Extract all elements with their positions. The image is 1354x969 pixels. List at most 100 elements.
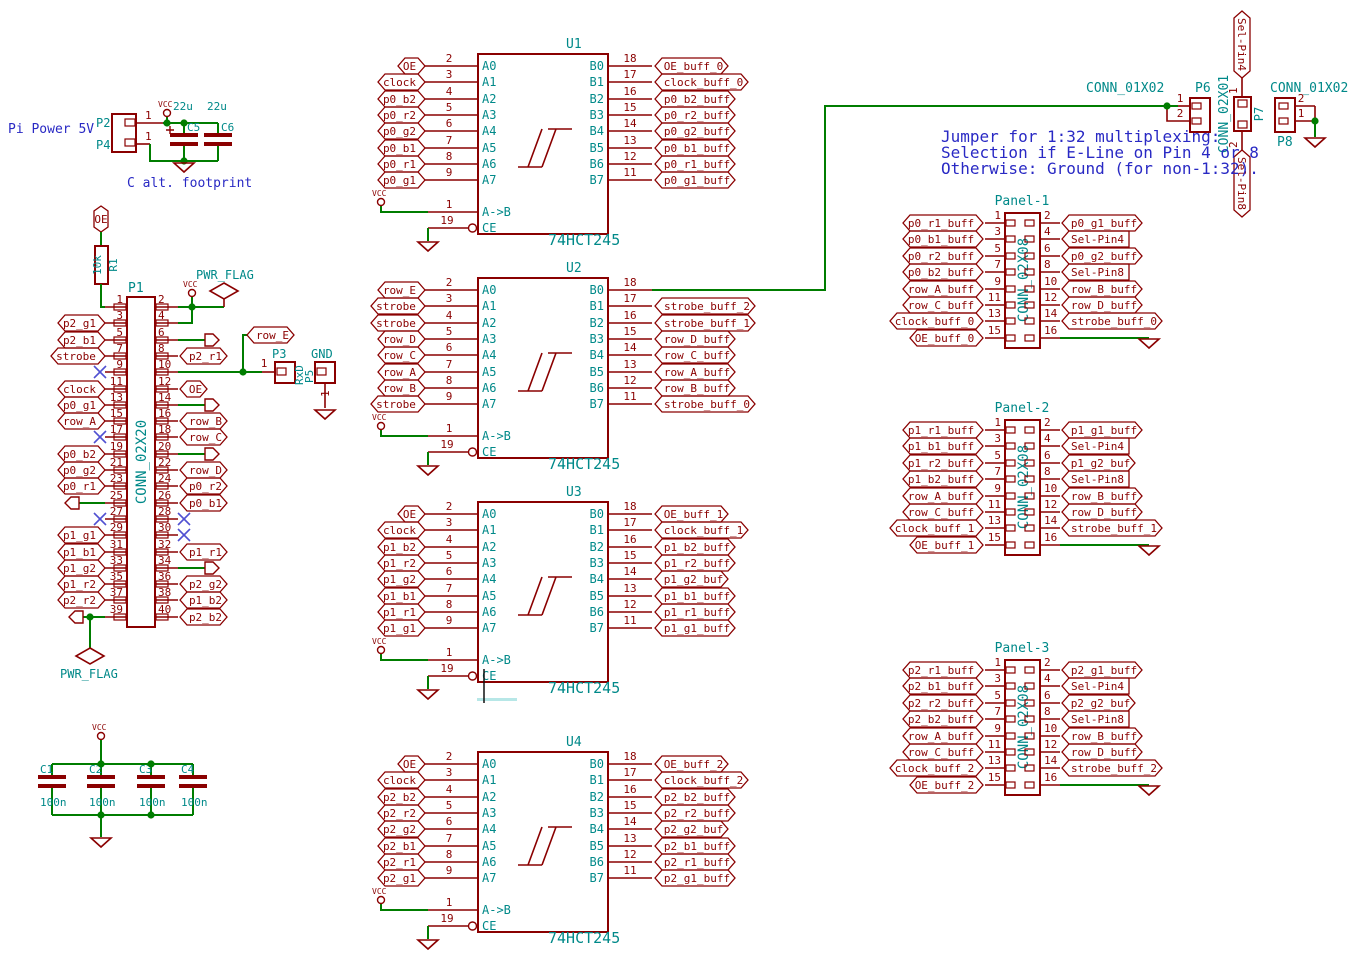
net-label-p1_g1_buff-text[interactable]: p1_g1_buff [664,622,730,635]
cap-ref[interactable]: C4 [181,763,195,776]
vcc-symbol[interactable] [98,733,105,740]
hier-arrow-icon[interactable] [205,334,219,346]
net-label-clock-text[interactable]: clock [383,774,416,787]
panel-part[interactable]: CONN_02X08 [1016,445,1032,529]
net-label-OE_buff_1-text[interactable]: OE_buff_1 [664,508,724,521]
net-label-p2_r1-text[interactable]: p2_r1 [189,350,222,363]
note-c-alt-footprint[interactable]: C alt. footprint [127,176,252,191]
net-label-p2_r2_buff-text[interactable]: p2_r2_buff [908,697,974,710]
vcc-symbol[interactable] [378,199,385,206]
net-label-row_B_buff-text[interactable]: row_B_buff [1071,283,1137,296]
ic-part[interactable]: 74HCT245 [548,929,620,947]
gnd-symbol[interactable] [315,410,335,419]
cap-value-c6[interactable]: 22u [207,100,227,113]
net-label-p1_r2-text[interactable]: p1_r2 [383,557,416,570]
net-label-Sel-Pin8-text[interactable]: Sel-Pin8 [1071,713,1124,726]
net-label-row_C_buff-text[interactable]: row_C_buff [908,299,974,312]
pwr-flag-label[interactable]: PWR_FLAG [196,268,254,282]
cap-ref[interactable]: C1 [40,763,53,776]
net-label-p2_r2-text[interactable]: p2_r2 [63,594,96,607]
cap-value[interactable]: 100n [139,796,166,809]
net-label-p2_b1-text[interactable]: p2_b1 [383,840,416,853]
net-label-p0_b1-text[interactable]: p0_b1 [189,497,222,510]
net-label-row_B_buff-text[interactable]: row_B_buff [1071,730,1137,743]
net-label-p1_r1_buff-text[interactable]: p1_r1_buff [664,606,730,619]
net-label-p1_g2-text[interactable]: p1_g2 [63,562,96,575]
net-label-p0_g2_buff-text[interactable]: p0_g2_buff [664,125,730,138]
net-label-p1_b1_buff-text[interactable]: p1_b1_buff [908,440,974,453]
net-label-p1_b2_buff-text[interactable]: p1_b2_buff [908,473,974,486]
net-label-Sel-Pin4-text[interactable]: Sel-Pin4 [1071,233,1124,246]
net-label-p0_g2-text[interactable]: p0_g2 [383,125,416,138]
net-label-row_C_buff-text[interactable]: row_C_buff [908,506,974,519]
p7-body[interactable] [1234,97,1251,131]
vcc-symbol[interactable] [378,647,385,654]
net-label-p1_b2-text[interactable]: p1_b2 [189,594,222,607]
vcc-symbol[interactable] [189,290,196,297]
connector-ref-p2[interactable]: P2 [96,116,110,130]
net-label-clock-text[interactable]: clock [383,76,416,89]
net-label-row_D_buff-text[interactable]: row_D_buff [1071,299,1137,312]
net-label-p1_b2_buff-text[interactable]: p1_b2_buff [664,541,730,554]
net-label-p2_b2-text[interactable]: p2_b2 [383,791,416,804]
net-label-row_C_buff-text[interactable]: row_C_buff [908,746,974,759]
note-pi-power[interactable]: Pi Power 5V [8,122,94,137]
net-label-row_C-text[interactable]: row_C [383,349,416,362]
connector-ref-p6[interactable]: P6 [1195,81,1211,96]
net-label-row_B_buff-text[interactable]: row_B_buff [1071,490,1137,503]
gnd-symbol[interactable] [1305,138,1325,147]
net-label-p0_g2_buff-text[interactable]: p0_g2_buff [1071,250,1137,263]
net-label-strobe_buff_0-text[interactable]: strobe_buff_0 [664,398,750,411]
net-label-p1_r1-text[interactable]: p1_r1 [383,606,416,619]
connector-ref-p4[interactable]: P4 [96,138,110,152]
net-label-p0_b2_buff-text[interactable]: p0_b2_buff [908,266,974,279]
net-label-row_E-text[interactable]: row_E [256,329,289,342]
net-label-p2_r1_buff-text[interactable]: p2_r1_buff [664,856,730,869]
net-label-p0_r2-text[interactable]: p0_r2 [383,109,416,122]
net-label-p1_b2-text[interactable]: p1_b2 [383,541,416,554]
net-label-p2_b2_buff-text[interactable]: p2_b2_buff [664,791,730,804]
p3-body[interactable] [275,362,295,383]
net-label-OE-text[interactable]: OE [94,213,107,226]
net-label-p2_b2_buff-text[interactable]: p2_b2_buff [908,713,974,726]
net-label-clock_buff_0-text[interactable]: clock_buff_0 [664,76,743,89]
net-label-row_D-text[interactable]: row_D [383,333,416,346]
cap-ref-c6[interactable]: C6 [221,121,234,134]
pwr-flag-symbol[interactable] [76,648,104,664]
ic-ref[interactable]: U4 [566,735,582,750]
net-label-clock-text[interactable]: clock [383,524,416,537]
net-label-p2_g2_buf-text[interactable]: p2_g2_buf [664,823,724,836]
net-label-row_D_buff-text[interactable]: row_D_buff [1071,506,1137,519]
net-label-OE-text[interactable]: OE [403,508,416,521]
net-label-strobe_buff_1-text[interactable]: strobe_buff_1 [1071,522,1157,535]
cap-value-c5[interactable]: 22u [173,100,193,113]
ic-ref[interactable]: U3 [566,485,582,500]
ic-part[interactable]: 74HCT245 [548,231,620,249]
net-label-row_A-text[interactable]: row_A [63,415,96,428]
net-label-strobe-text[interactable]: strobe [376,398,416,411]
net-label-p2_g1-text[interactable]: p2_g1 [383,872,416,885]
connector-ref-p8[interactable]: P8 [1277,135,1293,150]
net-label-row_A_buff-text[interactable]: row_A_buff [908,490,974,503]
connector-part-p1[interactable]: CONN_02X20 [134,420,150,504]
net-label-clock_buff_2-text[interactable]: clock_buff_2 [664,774,743,787]
panel-gnd-symbol[interactable] [1139,786,1159,795]
net-label-p1_b1-text[interactable]: p1_b1 [383,590,416,603]
gnd-symbol[interactable] [418,690,438,699]
hier-arrow-icon[interactable] [205,448,219,460]
net-label-p1_g1-text[interactable]: p1_g1 [63,529,96,542]
net-label-strobe-text[interactable]: strobe [376,317,416,330]
net-label-p1_r1-text[interactable]: p1_r1 [189,546,222,559]
net-label-p1_b1-text[interactable]: p1_b1 [63,546,96,559]
hier-arrow-icon[interactable] [65,497,79,509]
net-label-OE_buff_0-text[interactable]: OE_buff_0 [915,332,975,345]
net-label-p1_g1_buff-text[interactable]: p1_g1_buff [1071,424,1137,437]
net-label-p1_r1_buff-text[interactable]: p1_r1_buff [908,424,974,437]
net-label-p2_r1_buff-text[interactable]: p2_r1_buff [908,664,974,677]
net-label-p2_b1-text[interactable]: p2_b1 [63,334,96,347]
net-label-p2_b1_buff-text[interactable]: p2_b1_buff [664,840,730,853]
net-label-p2_b1_buff-text[interactable]: p2_b1_buff [908,680,974,693]
net-label-clock-text[interactable]: clock [63,383,96,396]
net-label-p0_g2-text[interactable]: p0_g2 [63,464,96,477]
net-label-clock_buff_1-text[interactable]: clock_buff_1 [664,524,743,537]
